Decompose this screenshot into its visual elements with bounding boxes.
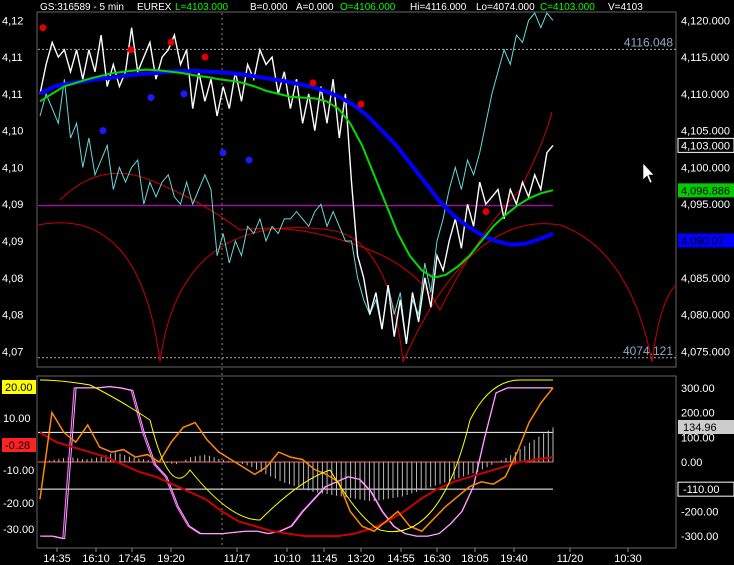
fast-ma-tag-text: 4,096.886: [681, 185, 730, 197]
time-tick-label: 10:30: [614, 553, 642, 565]
header-close: C=4103.000: [540, 2, 595, 13]
time-tick-label: 14:35: [43, 553, 71, 565]
right-oscillator-tick: -200.00: [681, 506, 718, 518]
high-reference-label: 4116.048: [624, 35, 673, 49]
left-price-tick: 4,09: [2, 199, 23, 211]
last-price-tag: 4,103.000: [678, 138, 734, 153]
time-tick-label: 19:40: [500, 553, 528, 565]
header-ask: A=0.000: [296, 2, 334, 13]
chart-background: [0, 0, 734, 565]
left-oscillator-tick: -10.00: [3, 465, 34, 477]
left-price-tick: 4,10: [2, 126, 23, 138]
header-high: Hi=4116.000: [410, 2, 467, 13]
time-tick-label: 17:45: [118, 553, 146, 565]
right-oscillator-tick: 100.00: [681, 432, 715, 444]
right-price-tick: 4,075.000: [681, 346, 730, 358]
header-volume: V=4103: [608, 2, 643, 13]
left-price-tick: 4,12: [2, 15, 23, 27]
time-tick-label: 16:30: [423, 553, 451, 565]
blue-signal-dot: [99, 127, 107, 135]
left-price-tick: 4,10: [2, 162, 23, 174]
blue-signal-dot: [219, 149, 227, 157]
chart-window[interactable]: GS:316589 - 5 min EUREX L=4103.000 B=0.0…: [0, 0, 734, 565]
left-price-tick: 4,09: [2, 236, 23, 248]
left-oscillator-tick: -20.00: [3, 498, 34, 510]
left-current-tag: -0.28: [5, 440, 30, 452]
time-tick-label: 11/20: [557, 553, 584, 565]
right-price-tick: 4,120.000: [681, 15, 730, 27]
slow-ma-tag-text: 4,090.07: [681, 235, 724, 247]
header-exchange: EUREX: [137, 2, 172, 13]
header-bid: B=0.000: [250, 2, 288, 13]
red-signal-dot: [357, 100, 365, 108]
left-top-tag: 20.00: [5, 382, 33, 394]
blue-signal-dot: [180, 90, 188, 98]
left-price-tick: 4,07: [2, 346, 23, 358]
header-symbol: GS:316589 - 5 min: [40, 2, 124, 13]
right-price-tick: 4,105.000: [681, 126, 730, 138]
right-oscillator-tick: 200.00: [681, 408, 715, 420]
header-low: Lo=4074.000: [476, 2, 535, 13]
header-open: O=4106.000: [340, 2, 396, 13]
red-signal-dot: [127, 46, 135, 54]
last-price-tag-text: 4,103.000: [681, 140, 730, 152]
right-oscillator-tick: 0.00: [681, 457, 702, 469]
right-price-tick: 4,110.000: [681, 89, 729, 101]
left-oscillator-tick: -30.00: [3, 524, 34, 536]
time-tick-label: 11:45: [311, 553, 338, 565]
left-price-tick: 4,11: [2, 52, 23, 64]
right-oscillator-tick: -300.00: [681, 531, 718, 543]
time-tick-label: 18:05: [461, 553, 489, 565]
header-last: L=4103.000: [175, 2, 229, 13]
red-signal-dot: [201, 53, 209, 61]
time-tick-label: 16:10: [82, 553, 110, 565]
fast-ma-tag: 4,096.886: [678, 183, 734, 198]
right-price-tick: 4,080.000: [681, 310, 730, 322]
time-tick-label: 11/17: [224, 553, 251, 565]
red-signal-dot: [39, 24, 47, 32]
right-price-tick: 4,095.000: [681, 199, 730, 211]
time-tick-label: 10:10: [273, 553, 301, 565]
right-price-tick: 4,115.000: [681, 52, 729, 64]
left-price-tick: 4,08: [2, 310, 23, 322]
right-current-tag: 134.96: [683, 422, 717, 434]
right-level-tag: -110.00: [683, 484, 720, 496]
left-oscillator-tick: 10.00: [3, 413, 31, 425]
left-price-tick: 4,08: [2, 273, 23, 285]
red-signal-dot: [167, 38, 175, 46]
red-signal-dot: [309, 79, 317, 87]
right-price-tick: 4,100.000: [681, 162, 730, 174]
right-price-tick: 4,085.000: [681, 273, 730, 285]
red-signal-dot: [482, 208, 490, 216]
right-oscillator-tick: 300.00: [681, 383, 715, 395]
time-tick-label: 19:20: [157, 553, 185, 565]
blue-signal-dot: [245, 156, 253, 164]
blue-signal-dot: [147, 94, 155, 102]
time-tick-label: 14:55: [387, 553, 415, 565]
left-price-tick: 4,11: [2, 89, 23, 101]
slow-ma-tag: 4,090.07: [678, 233, 734, 248]
time-tick-label: 13:20: [347, 553, 375, 565]
